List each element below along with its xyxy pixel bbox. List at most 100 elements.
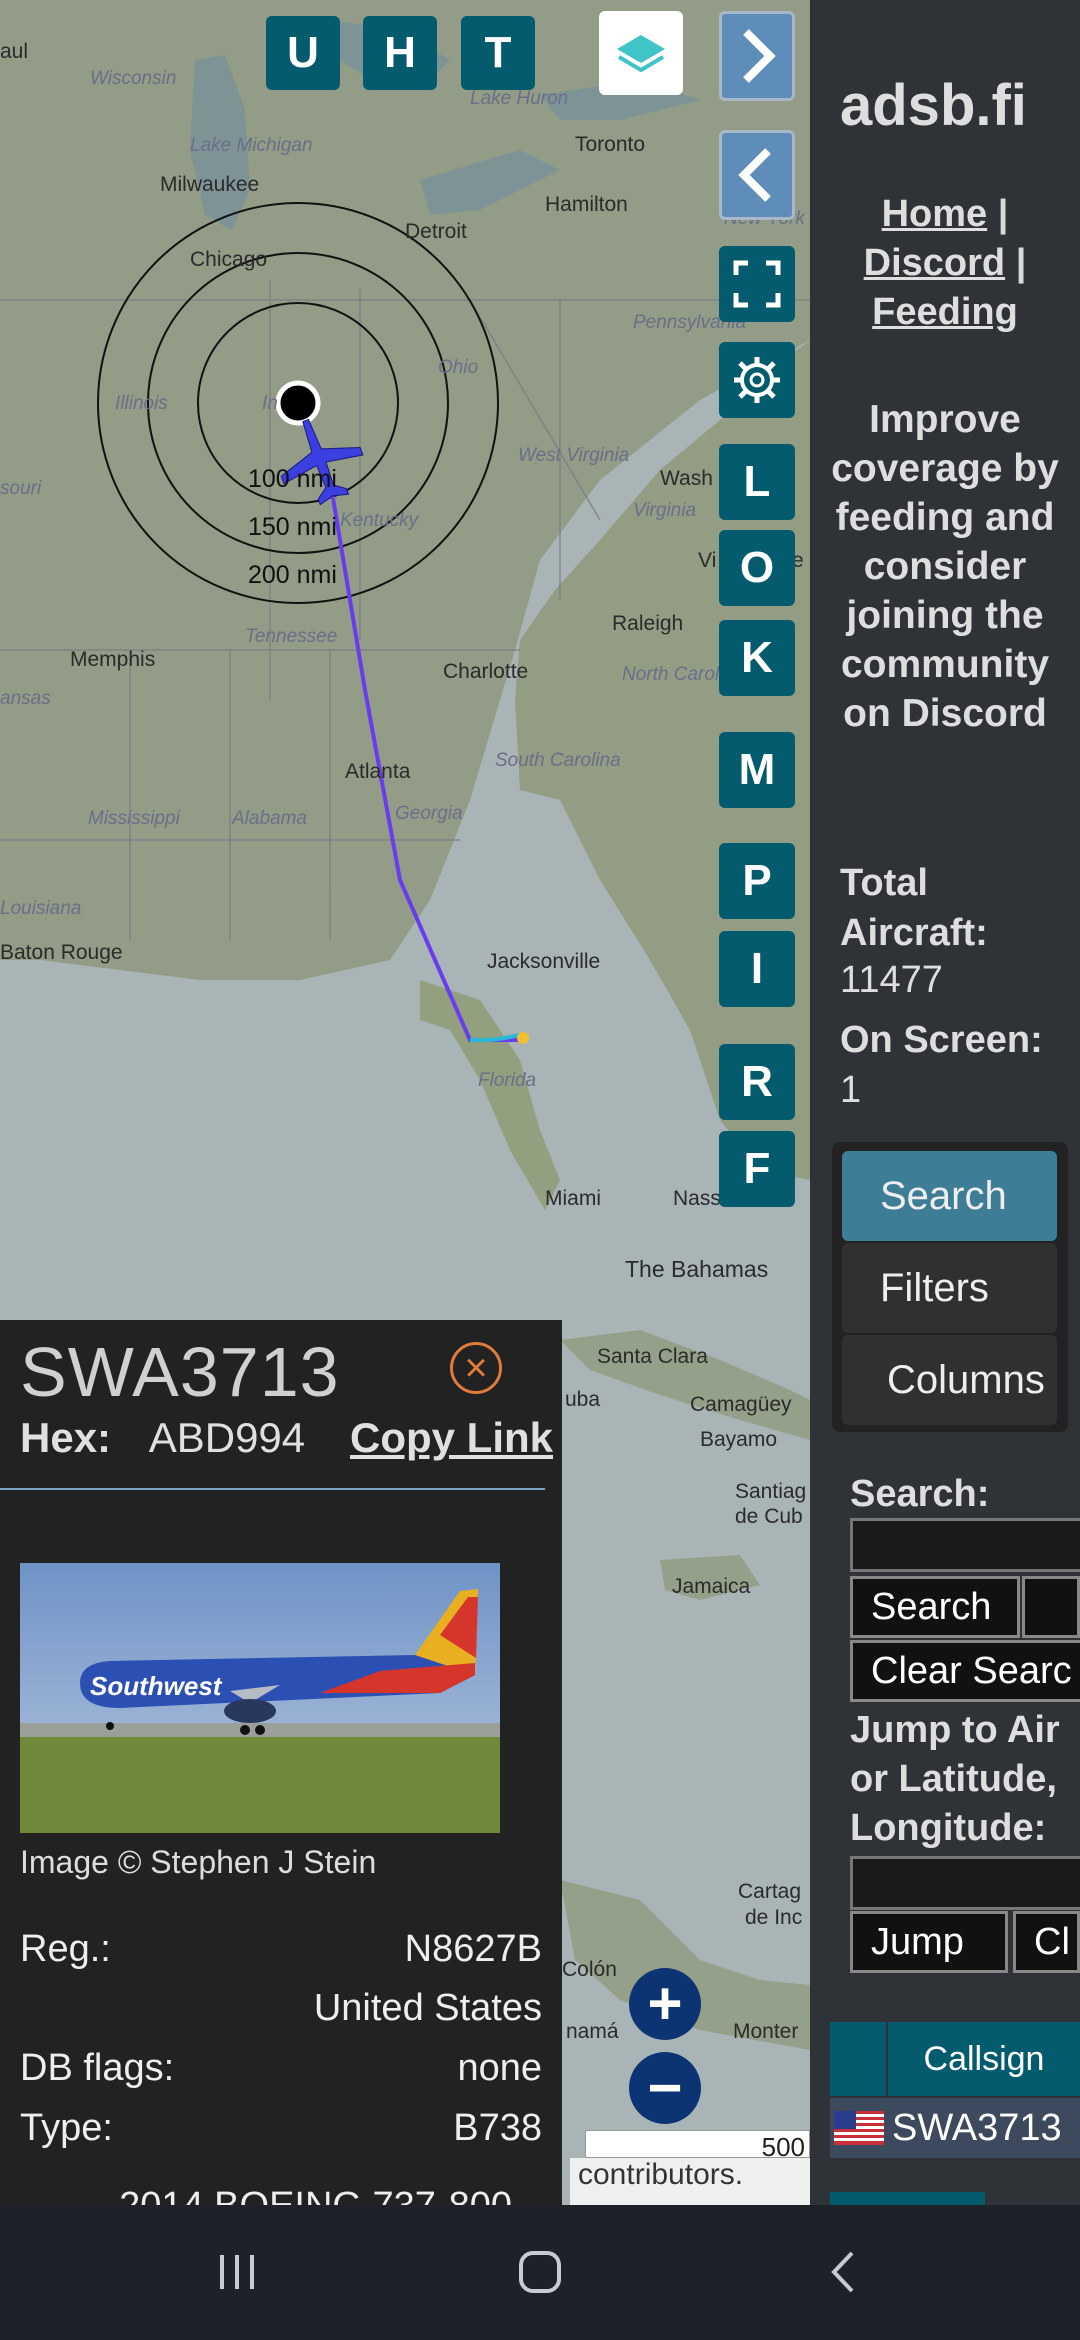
clear-jump-button[interactable]: Cl [1013, 1911, 1080, 1973]
search-button[interactable]: Search [850, 1576, 1020, 1638]
map-label: aul [0, 40, 29, 63]
home-icon[interactable] [515, 2247, 565, 2297]
clear-search-button[interactable]: Clear Searc [850, 1640, 1080, 1702]
detail-row-db-flags: DB flags: none [20, 2047, 542, 2090]
map-label: West Virginia [518, 445, 630, 466]
zoom-out-button[interactable]: − [629, 2052, 701, 2124]
home-link[interactable]: Home [882, 193, 988, 235]
back-icon[interactable] [820, 2247, 870, 2297]
map-label: ansas [0, 688, 51, 709]
map-label: Santiag [735, 1480, 807, 1503]
map-label: Detroit [405, 220, 467, 243]
detail-row-type: Type: B738 [20, 2107, 542, 2150]
jump-input[interactable] [850, 1856, 1080, 1910]
map-label: Mississippi [88, 808, 180, 829]
hex-label: Hex: [20, 1414, 112, 1461]
jump-button[interactable]: Jump [850, 1911, 1008, 1973]
expand-panel-button[interactable] [719, 11, 795, 101]
map-attribution[interactable]: contributors. [570, 2158, 810, 2205]
map-label: Milwaukee [160, 173, 260, 196]
tab-filters[interactable]: Filters [842, 1243, 1057, 1333]
map-label: Tennessee [245, 626, 338, 647]
discord-link[interactable]: Discord [864, 242, 1005, 284]
map-label: Georgia [395, 803, 463, 824]
toggle-r-button[interactable]: R [719, 1044, 795, 1120]
description-value: 2014 BOEING 737-800 [119, 2185, 512, 2205]
side-panel: adsb.fi Home | Discord | Feeding Improve… [810, 0, 1080, 2205]
panel-tabs: Search Filters Columns [832, 1142, 1068, 1432]
map-label: Lake Huron [470, 88, 569, 109]
table-row[interactable]: SWA3713 [830, 2098, 1080, 2158]
on-screen-value: 1 [840, 1069, 862, 1111]
collapse-panel-button[interactable] [719, 130, 795, 220]
tab-search[interactable]: Search [842, 1151, 1057, 1241]
map-label: de Cub [735, 1505, 803, 1528]
search-extra-button[interactable] [1022, 1576, 1080, 1638]
map-label: souri [0, 478, 42, 499]
detail-row-description: 2014 BOEING 737-800 [20, 2185, 542, 2205]
chevron-left-icon [738, 148, 771, 202]
on-screen-label: On Screen: [840, 1019, 1043, 1061]
toggle-t-button[interactable]: T [461, 16, 535, 90]
photo-credit: Image © Stephen J Stein [20, 1844, 377, 1880]
map-label: Wisconsin [90, 68, 177, 89]
map-label: Raleigh [612, 612, 684, 635]
fullscreen-button[interactable] [719, 246, 795, 322]
site-logo: adsb.fi [840, 73, 1027, 138]
jump-label: Longitude: [850, 1807, 1047, 1849]
search-input[interactable] [850, 1518, 1080, 1572]
search-label: Search: [850, 1473, 990, 1515]
zoom-in-button[interactable]: + [629, 1968, 701, 2040]
map-label: Memphis [70, 648, 156, 671]
close-button[interactable]: × [450, 1342, 502, 1394]
layers-icon [617, 35, 665, 73]
map-label: Baton Rouge [0, 941, 123, 964]
close-icon: × [464, 1346, 488, 1390]
toggle-o-button[interactable]: O [719, 530, 795, 606]
map-label: Charlotte [443, 660, 529, 683]
toggle-f-button[interactable]: F [719, 1131, 795, 1207]
map-label: Chicago [190, 248, 268, 271]
recent-apps-icon[interactable] [212, 2247, 262, 2297]
map-label: Vi [698, 549, 717, 572]
map-label: Santa Clara [597, 1345, 708, 1368]
link-separator: | [1015, 242, 1027, 284]
layers-button[interactable] [599, 11, 683, 95]
map-label: Hamilton [545, 193, 628, 216]
aircraft-photo[interactable]: Southwest [20, 1563, 500, 1833]
aircraft-livery-text: Southwest [90, 1671, 223, 1701]
fullscreen-icon [733, 260, 781, 308]
db-flags-label: DB flags: [20, 2047, 175, 2089]
aircraft-icon[interactable] [270, 410, 370, 510]
toggle-k-button[interactable]: K [719, 620, 795, 696]
map-label: de Inc [745, 1906, 803, 1929]
table-header-callsign[interactable]: Callsign [888, 2022, 1080, 2096]
toggle-h-button[interactable]: H [363, 16, 437, 90]
map-label: Jacksonville [487, 950, 601, 973]
country-value: United States [313, 1987, 542, 2029]
map-label: Virginia [633, 500, 697, 521]
toggle-m-button[interactable]: M [719, 732, 795, 808]
jump-label: Jump to Air [850, 1709, 1060, 1751]
toggle-l-button[interactable]: L [719, 444, 795, 520]
gear-icon [734, 357, 780, 403]
range-ring-label: 200 nmi [248, 561, 337, 589]
map-label: Alabama [232, 808, 307, 829]
map-label: Kentucky [340, 510, 419, 531]
map-label: Colón [562, 1958, 617, 1981]
promo-text: Improve coverage by feeding and consider… [831, 398, 1059, 735]
settings-button[interactable] [719, 342, 795, 418]
tab-columns[interactable]: Columns [842, 1335, 1057, 1425]
toggle-u-button[interactable]: U [266, 16, 340, 90]
map-label: Bayamo [700, 1428, 778, 1451]
map-label: Louisiana [0, 898, 82, 919]
aircraft-callsign: SWA3713 [20, 1333, 340, 1411]
chevron-right-icon [743, 29, 776, 83]
feeding-link[interactable]: Feeding [872, 291, 1018, 333]
map-label: The Bahamas [625, 1256, 769, 1282]
toggle-p-button[interactable]: P [719, 843, 795, 919]
detail-row-country: United States [20, 1987, 542, 2030]
copy-link[interactable]: Copy Link [350, 1414, 553, 1462]
table-header-flag[interactable] [830, 2022, 886, 2096]
toggle-i-button[interactable]: I [719, 931, 795, 1007]
